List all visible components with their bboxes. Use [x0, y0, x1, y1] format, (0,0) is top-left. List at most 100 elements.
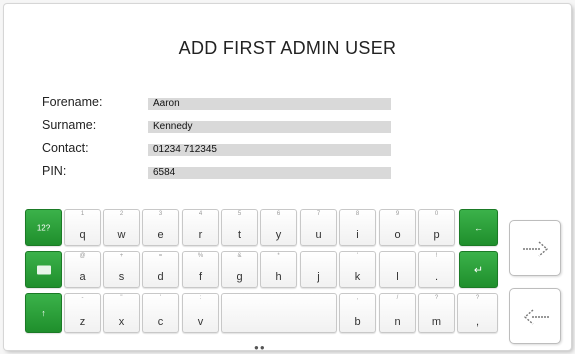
key-alt-label: 2 — [119, 211, 124, 217]
key-label: a — [79, 271, 86, 283]
key-alt-label: + — [119, 253, 124, 259]
key-label: b — [354, 316, 361, 328]
number-mode-label: 12? — [36, 223, 51, 232]
key-label: r — [198, 229, 203, 241]
key-label: h — [275, 271, 282, 283]
key-alt-label: , — [356, 295, 359, 301]
key-m[interactable]: ? m — [418, 293, 455, 333]
key-a[interactable]: @ a — [64, 251, 101, 288]
shift-arrow-icon: ↑ — [41, 308, 46, 318]
surname-field[interactable]: Kennedy — [148, 121, 391, 133]
key-label: w — [117, 229, 126, 241]
key-label: q — [79, 229, 86, 241]
key-z[interactable]: -z — [64, 293, 101, 333]
next-button[interactable] — [509, 220, 561, 276]
key-label: g — [236, 271, 243, 283]
key-w[interactable]: 2w — [103, 209, 140, 246]
key-label: p — [433, 229, 440, 241]
key-alt-label: * — [277, 253, 280, 259]
key-alt-label: 0 — [434, 211, 439, 217]
backspace-arrow-icon: ← — [474, 222, 483, 233]
key-i[interactable]: 8i — [339, 209, 376, 246]
key-alt-label: ! — [435, 253, 438, 259]
key-x[interactable]: " x — [103, 293, 140, 333]
key-alt-label: = — [158, 253, 163, 259]
key-f[interactable]: % f — [182, 251, 219, 288]
key-alt-label: 3 — [158, 211, 163, 217]
contact-field[interactable]: 01234 712345 — [148, 144, 391, 156]
back-button[interactable] — [509, 288, 561, 344]
key-comma[interactable]: ?, — [457, 293, 498, 333]
key-alt-label: 7 — [316, 211, 321, 217]
key-label: o — [394, 229, 401, 241]
keyboard-toggle-key[interactable] — [25, 251, 62, 288]
key-alt-label: - — [81, 295, 84, 301]
key-alt-label: 1 — [80, 211, 85, 217]
key-r[interactable]: 4r — [182, 209, 219, 246]
key-label: j — [317, 271, 320, 283]
key-c[interactable]: ' c — [142, 293, 179, 333]
key-alt-label: @ — [79, 253, 86, 259]
key-alt-label: ? — [434, 295, 439, 301]
key-label: l — [396, 271, 399, 283]
key-label: e — [157, 229, 164, 241]
key-label: c — [157, 316, 164, 328]
key-y[interactable]: 6y — [260, 209, 297, 246]
key-v[interactable]: :v — [182, 293, 219, 333]
surname-label: Surname: — [42, 118, 97, 132]
key-l[interactable]: l — [379, 251, 416, 288]
key-alt-label: 6 — [276, 211, 281, 217]
key-s[interactable]: + s — [103, 251, 140, 288]
key-label: m — [431, 316, 442, 328]
key-label: t — [237, 229, 242, 241]
key-k[interactable]: ' k — [339, 251, 376, 288]
key-j[interactable]: j — [300, 251, 337, 288]
space-key[interactable] — [221, 293, 337, 333]
key-alt-label: ? — [475, 295, 480, 301]
key-label: . — [434, 271, 439, 283]
key-label: k — [354, 271, 361, 283]
key-label: y — [275, 229, 282, 241]
keyboard-icon — [36, 265, 51, 274]
key-e[interactable]: 3e — [142, 209, 179, 246]
key-label: n — [394, 316, 401, 328]
forename-field[interactable]: Aaron — [148, 98, 391, 110]
key-alt-label: 8 — [355, 211, 360, 217]
key-label: , — [475, 316, 480, 328]
key-g[interactable]: & g — [221, 251, 258, 288]
key-label: u — [315, 229, 322, 241]
backspace-key[interactable]: ← — [459, 209, 498, 246]
key-d[interactable]: = d — [142, 251, 179, 288]
key-u[interactable]: 7u — [300, 209, 337, 246]
key-b[interactable]: ,b — [339, 293, 376, 333]
contact-label: Contact: — [42, 141, 89, 155]
enter-key[interactable]: ↵ — [459, 251, 498, 288]
key-n[interactable]: / n — [379, 293, 416, 333]
key-o[interactable]: 9o — [379, 209, 416, 246]
page-title: ADD FIRST ADMIN USER — [178, 38, 397, 58]
number-mode-key[interactable]: 12? — [25, 209, 62, 246]
enter-return-icon: ↵ — [473, 264, 484, 276]
shift-key[interactable]: ↑ — [25, 293, 62, 333]
key-label: v — [197, 316, 204, 328]
key-t[interactable]: 5t — [221, 209, 258, 246]
forename-label: Forename: — [42, 95, 103, 109]
dotted-arrow-right-icon — [523, 241, 549, 257]
key-q[interactable]: 1q — [64, 209, 101, 246]
key-alt-label: " — [120, 295, 123, 301]
key-label: f — [198, 271, 203, 283]
pin-field[interactable]: 6584 — [148, 167, 391, 179]
key-alt-label: 5 — [237, 211, 242, 217]
key-h[interactable]: * h — [260, 251, 297, 288]
key-alt-label: ' — [159, 295, 162, 301]
key-p[interactable]: 0p — [418, 209, 455, 246]
key-period[interactable]: !. — [418, 251, 455, 288]
key-alt-label: / — [396, 295, 399, 301]
dotted-arrow-left-icon — [523, 309, 549, 325]
key-alt-label: 9 — [395, 211, 400, 217]
key-label: x — [118, 316, 125, 328]
key-alt-label: % — [197, 253, 204, 259]
key-label: s — [118, 271, 125, 283]
key-label: i — [356, 229, 359, 241]
key-alt-label: 4 — [198, 211, 203, 217]
